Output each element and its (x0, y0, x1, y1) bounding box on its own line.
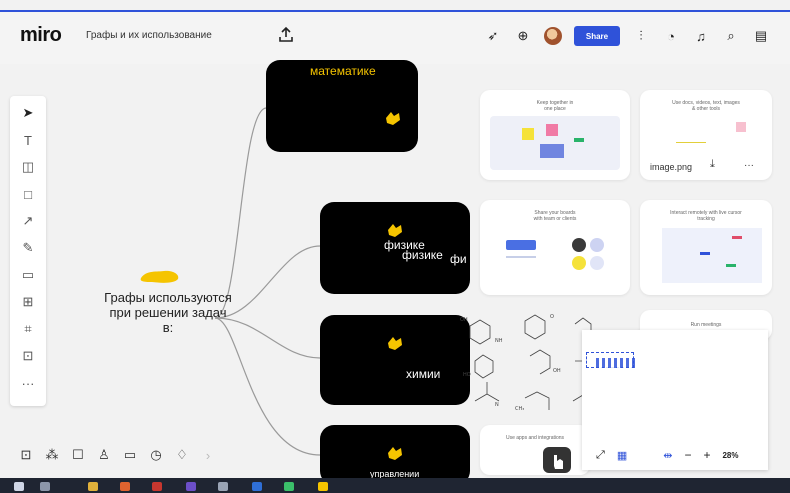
zoom-controls: ⤢ ▦ ⇹ − + 28% (596, 448, 738, 462)
office-icon[interactable] (120, 482, 130, 491)
grid-view-icon[interactable]: ▦ (617, 449, 627, 462)
card-illustration (652, 118, 762, 148)
node-label-physics-dup: физике (402, 248, 443, 262)
file-explorer-icon[interactable] (88, 482, 98, 491)
svg-text:OH: OH (553, 368, 561, 374)
template-card-6[interactable]: Use apps and integrations (480, 425, 590, 475)
svg-text:NH: NH (495, 338, 503, 344)
card-illustration (662, 228, 762, 283)
svg-text:N: N (495, 402, 499, 408)
line-tool-icon[interactable]: ↗ (19, 212, 37, 230)
left-toolbar: ➤ T ◫ □ ↗ ✎ ▭ ⊞ ⌗ ⊡ ··· (10, 96, 46, 406)
like-icon[interactable]: ♙ (96, 447, 112, 463)
zoom-in-button[interactable]: + (703, 448, 710, 462)
download-icon[interactable]: ⤓ (710, 158, 715, 171)
video-icon[interactable]: ▭ (122, 447, 138, 463)
card-title: Use apps and integrations (505, 435, 565, 441)
zoom-out-button[interactable]: − (684, 448, 691, 462)
file-name[interactable]: image.png (650, 162, 692, 172)
node-label-chemistry: химии (406, 367, 441, 381)
sticker-icon (388, 224, 402, 237)
template-card-2[interactable]: Use docs, videos, text, images & other t… (640, 90, 772, 180)
sticker-icon (388, 337, 402, 350)
app-icon[interactable] (218, 482, 228, 491)
fit-icon[interactable]: ⤢ (596, 449, 605, 462)
word-icon[interactable] (252, 482, 262, 491)
sticker-icon (386, 112, 400, 125)
mindmap-center-text[interactable]: Графы используются при решении задач в: (103, 290, 233, 335)
pen-tool-icon[interactable]: ✎ (19, 239, 37, 257)
node-label-mathematics: математике (310, 64, 376, 78)
sticker-icon (388, 447, 402, 460)
bottom-toolbar: ⊡ ⁂ ☐ ♙ ▭ ◷ ♢ › (18, 447, 216, 463)
card-illustration (490, 116, 620, 170)
hand-cursor-icon[interactable] (543, 447, 571, 473)
template-card-3[interactable]: Share your boards with team or clients (480, 200, 630, 295)
comment-tool-icon[interactable]: ▭ (19, 266, 37, 284)
more-icon[interactable]: ··· (744, 160, 754, 171)
node-mathematics[interactable]: математике (266, 60, 418, 152)
svg-text:HO: HO (463, 372, 471, 378)
select-tool-icon[interactable]: ➤ (19, 104, 37, 122)
node-chemistry[interactable]: химии (320, 315, 470, 405)
center-sticker[interactable] (138, 268, 182, 286)
shape-tool-icon[interactable]: □ (19, 185, 37, 203)
fit-width-icon[interactable]: ⇹ (663, 449, 672, 462)
zoom-level[interactable]: 28% (722, 451, 738, 460)
app-icon[interactable] (284, 482, 294, 491)
more-tools-icon[interactable]: ··· (19, 374, 37, 392)
card-title: Run meetings (690, 322, 722, 328)
comment-icon[interactable]: ☐ (70, 447, 86, 463)
node-management[interactable]: управлении (320, 425, 470, 485)
app-icon[interactable] (186, 482, 196, 491)
minimap[interactable] (586, 352, 656, 376)
card-title: Keep together in one place (536, 100, 574, 112)
template-card-4[interactable]: Interact remotely with live cursor track… (640, 200, 772, 295)
template-card-1[interactable]: Keep together in one place (480, 90, 630, 180)
upload-tool-icon[interactable]: ⊡ (19, 347, 37, 365)
card-illustration (506, 238, 616, 278)
os-taskbar (0, 478, 790, 493)
svg-text:CH₃: CH₃ (515, 406, 524, 412)
text-tool-icon[interactable]: T (19, 131, 37, 149)
sticky-note-tool-icon[interactable]: ◫ (19, 158, 37, 176)
grid-icon[interactable]: ⁂ (44, 447, 60, 463)
search-taskbar-icon[interactable] (40, 482, 50, 491)
node-label-physics-cut: фи (450, 252, 467, 266)
app-icon[interactable] (152, 482, 162, 491)
card-title: Use docs, videos, text, images & other t… (672, 100, 740, 112)
card-title: Share your boards with team or clients (533, 210, 577, 222)
present-icon[interactable]: ⊡ (18, 447, 34, 463)
crop-tool-icon[interactable]: ⌗ (19, 320, 37, 338)
frame-tool-icon[interactable]: ⊞ (19, 293, 37, 311)
node-physics[interactable]: физике физике фи (320, 202, 470, 294)
windows-start-icon[interactable] (14, 482, 24, 491)
svg-text:O: O (550, 314, 554, 320)
overflow-icon[interactable]: › (200, 447, 216, 463)
timer-icon[interactable]: ◷ (148, 447, 164, 463)
app-icon[interactable] (318, 482, 328, 491)
card-title: Interact remotely with live cursor track… (670, 210, 742, 222)
svg-text:OH: OH (460, 317, 468, 323)
pin-icon[interactable]: ♢ (174, 447, 190, 463)
